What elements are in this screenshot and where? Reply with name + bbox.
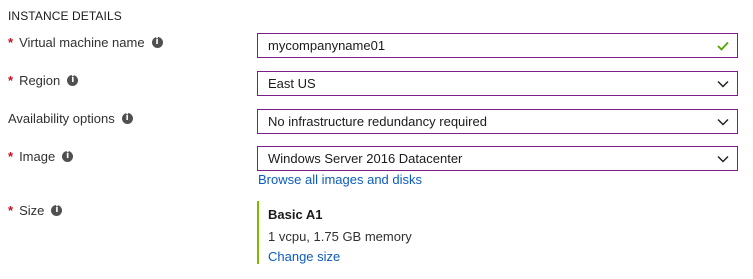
vm-name-label-row: * Virtual machine name i: [8, 35, 163, 50]
info-icon[interactable]: i: [121, 113, 133, 124]
size-description: 1 vcpu, 1.75 GB memory: [268, 229, 412, 244]
check-icon: [709, 34, 737, 57]
size-name: Basic A1: [268, 207, 323, 222]
browse-images-link[interactable]: Browse all images and disks: [258, 172, 422, 187]
image-label-row: * Image i: [8, 149, 74, 164]
region-label-row: * Region i: [8, 73, 79, 88]
change-size-link[interactable]: Change size: [268, 249, 457, 264]
info-icon[interactable]: i: [51, 205, 63, 216]
required-marker: *: [8, 203, 14, 218]
region-value[interactable]: East US: [268, 76, 709, 91]
chevron-down-icon[interactable]: [709, 72, 737, 95]
required-marker: *: [8, 149, 14, 164]
size-summary: Basic A1 1 vcpu, 1.75 GB memory Change s…: [257, 201, 457, 264]
section-title: INSTANCE DETAILS: [8, 9, 122, 23]
info-icon[interactable]: i: [151, 37, 163, 48]
required-marker: *: [8, 35, 14, 50]
size-label: Size: [19, 203, 45, 218]
image-label: Image: [19, 149, 56, 164]
availability-label-row: Availability options i: [8, 111, 133, 126]
vm-name-label: Virtual machine name: [19, 35, 145, 50]
required-marker: *: [8, 73, 14, 88]
size-label-row: * Size i: [8, 203, 63, 218]
availability-select[interactable]: No infrastructure redundancy required: [257, 109, 738, 134]
chevron-down-icon[interactable]: [709, 110, 737, 133]
vm-name-value[interactable]: mycompanyname01: [268, 38, 709, 53]
info-icon[interactable]: i: [67, 75, 79, 86]
vm-name-input[interactable]: mycompanyname01: [257, 33, 738, 58]
availability-value[interactable]: No infrastructure redundancy required: [268, 114, 709, 129]
region-select[interactable]: East US: [257, 71, 738, 96]
image-value[interactable]: Windows Server 2016 Datacenter: [268, 151, 709, 166]
info-icon[interactable]: i: [62, 151, 74, 162]
chevron-down-icon[interactable]: [709, 147, 737, 170]
image-select[interactable]: Windows Server 2016 Datacenter: [257, 146, 738, 171]
region-label: Region: [19, 73, 61, 88]
availability-label: Availability options: [8, 111, 115, 126]
